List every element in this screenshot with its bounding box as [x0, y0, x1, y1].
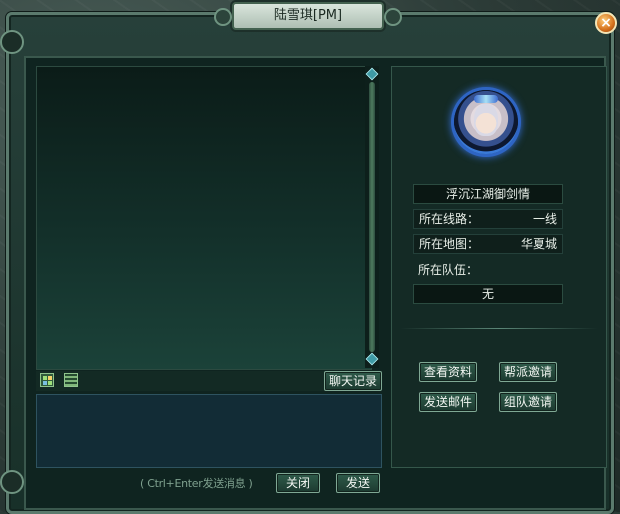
scroll-down-icon[interactable]: [365, 352, 379, 366]
character-portrait: [474, 104, 498, 136]
team-invite-button[interactable]: 组队邀请: [499, 392, 557, 412]
map-row: 所在地图： 华夏城: [413, 234, 563, 254]
quick-phrase-icon[interactable]: [64, 373, 78, 387]
window-title: 陆雪琪[PM]: [214, 2, 402, 30]
corner-ornament-icon: [0, 30, 24, 54]
corner-ornament-icon: [0, 470, 24, 494]
panel-divider: [400, 328, 598, 329]
map-value: 华夏城: [520, 237, 557, 251]
team-value: 无: [413, 284, 563, 304]
close-icon[interactable]: ×: [595, 12, 617, 34]
map-label: 所在地图：: [419, 237, 480, 251]
line-value: 一线: [532, 212, 557, 226]
message-input[interactable]: [36, 394, 382, 468]
chat-history-button[interactable]: 聊天记录: [324, 371, 382, 391]
guild-invite-button[interactable]: 帮派邀请: [499, 362, 557, 382]
chat-toolbar: 聊天记录: [36, 371, 382, 391]
send-mail-button[interactable]: 发送邮件: [419, 392, 477, 412]
view-info-button[interactable]: 查看资料: [419, 362, 477, 382]
team-label: 所在队伍：: [418, 263, 479, 277]
chat-log: [36, 66, 372, 370]
send-hint: ( Ctrl+Enter发送消息 ): [140, 477, 253, 490]
line-row: 所在线路： 一线: [413, 209, 563, 229]
chat-scrollbar[interactable]: [365, 66, 379, 368]
character-portrait-crown: [474, 95, 498, 103]
send-button[interactable]: 发送: [336, 473, 380, 493]
scroll-track[interactable]: [369, 82, 375, 352]
emote-icon[interactable]: [40, 373, 54, 387]
scroll-up-icon[interactable]: [365, 67, 379, 81]
player-name: 浮沉江湖御剑情: [413, 184, 563, 204]
line-label: 所在线路：: [419, 212, 480, 226]
close-button[interactable]: 关闭: [276, 473, 320, 493]
